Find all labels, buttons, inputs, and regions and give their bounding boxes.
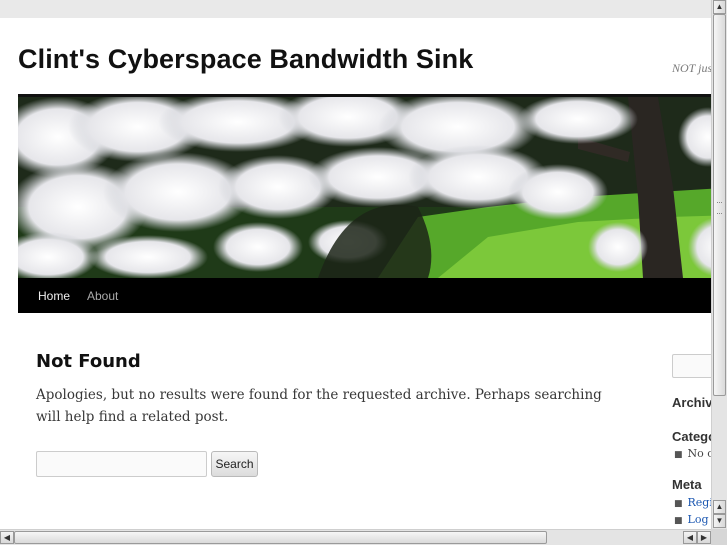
sidebar-categories-item: ■ No ca (674, 447, 711, 460)
horizontal-scrollbar[interactable]: ◀ ◀ ▶ (0, 529, 711, 545)
scroll-down-icon[interactable]: ▼ (713, 514, 726, 528)
login-link[interactable]: Log in (688, 513, 711, 526)
scroll-up-icon[interactable]: ▲ (713, 0, 726, 14)
nav-item-home[interactable]: Home (38, 289, 70, 303)
horizontal-scroll-thumb[interactable] (14, 531, 547, 544)
sidebar-heading-meta: Meta (672, 477, 702, 492)
nav-item-about[interactable]: About (87, 289, 118, 303)
scrollbar-corner (711, 529, 727, 545)
not-found-message: Apologies, but no results were found for… (36, 387, 602, 425)
bullet-icon: ■ (674, 516, 683, 526)
page: Clint's Cyberspace Bandwidth Sink NOT ju… (0, 18, 711, 529)
scroll-left-icon-right[interactable]: ◀ (683, 531, 697, 544)
register-link[interactable]: Regis (688, 496, 711, 509)
sidebar-heading-archives: Archiv (672, 395, 711, 410)
cherry-blossom-image (18, 97, 711, 278)
search-button[interactable]: Search (211, 451, 258, 477)
scroll-left-icon[interactable]: ◀ (0, 531, 14, 544)
scroll-right-icon[interactable]: ▶ (697, 531, 711, 544)
sidebar-meta-item-login: ■ Log in (674, 513, 711, 526)
bullet-icon: ■ (674, 499, 683, 509)
sidebar-heading-categories: Catego (672, 429, 711, 444)
page-title: Not Found (36, 351, 141, 372)
grip-icon (717, 202, 722, 214)
sidebar-meta-item-register: ■ Regis (674, 496, 711, 509)
sidebar-search-input[interactable] (672, 354, 711, 378)
site-description: NOT just (672, 61, 711, 75)
categories-item-label: No ca (687, 447, 711, 460)
vertical-scroll-thumb[interactable] (713, 14, 726, 396)
site-title[interactable]: Clint's Cyberspace Bandwidth Sink (18, 44, 473, 75)
header-banner-image[interactable] (18, 97, 711, 278)
search-input[interactable] (36, 451, 207, 477)
vertical-scrollbar[interactable]: ▲ ▲ ▼ (711, 0, 727, 529)
browser-viewport: Clint's Cyberspace Bandwidth Sink NOT ju… (0, 0, 711, 529)
bullet-icon: ■ (674, 450, 683, 460)
scroll-up-icon-lower[interactable]: ▲ (713, 500, 726, 514)
main-navigation: Home About (18, 278, 711, 313)
